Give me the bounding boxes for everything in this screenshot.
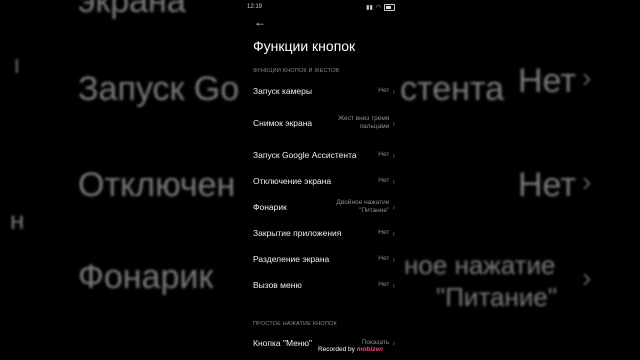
- bg-text: стента: [400, 70, 504, 108]
- list-item-flashlight[interactable]: Фонарик Двойное нажатие "Питание" ›: [253, 197, 395, 217]
- watermark-prefix: Recorded by: [318, 346, 355, 353]
- bg-text: ное нажатие: [404, 250, 556, 280]
- item-label: Фонарик: [253, 202, 287, 212]
- chevron-right-icon: ›: [392, 280, 395, 290]
- list-item-camera[interactable]: Запуск камеры Нет ›: [253, 85, 395, 97]
- chevron-right-icon: ›: [392, 150, 395, 160]
- chevron-right-icon: ›: [582, 166, 592, 197]
- bg-text: I: [14, 56, 20, 78]
- bg-text: н: [10, 205, 25, 235]
- watermark-brand: mobizen: [356, 346, 384, 353]
- signal-icon: ▮▮: [366, 4, 373, 11]
- list-item-screenshot[interactable]: Снимок экрана Жест вниз тремя пальцами ›: [253, 112, 395, 134]
- bg-text: Запуск Go: [78, 70, 240, 108]
- status-bar: 12:19 ▮▮ ◠: [247, 2, 395, 12]
- wifi-icon: ◠: [375, 4, 381, 11]
- item-label: Кнопка "Меню": [253, 338, 312, 348]
- section-header: ФУНКЦИИ КНОПОК И ЖЕСТОВ: [253, 68, 340, 74]
- status-icons: ▮▮ ◠: [366, 3, 395, 11]
- back-arrow-icon[interactable]: ←: [254, 15, 266, 29]
- item-label: Снимок экрана: [253, 118, 313, 128]
- item-value: Двойное нажатие "Питание": [336, 199, 390, 214]
- item-value: Нет: [378, 151, 390, 158]
- chevron-right-icon: ›: [392, 86, 395, 96]
- recorder-watermark: Recorded by mobizen: [316, 345, 386, 354]
- chevron-right-icon: ›: [582, 262, 592, 293]
- chevron-right-icon: ›: [392, 254, 395, 264]
- item-label: Вызов меню: [253, 280, 302, 290]
- status-time: 12:19: [247, 4, 263, 10]
- bg-text: "Питание": [436, 282, 558, 312]
- chevron-right-icon: ›: [392, 228, 395, 238]
- item-label: Закрытие приложения: [253, 228, 342, 238]
- chevron-right-icon: ›: [392, 202, 395, 212]
- item-value: Нет: [378, 177, 390, 184]
- item-value: Нет: [378, 87, 390, 94]
- item-label: Запуск Google Ассистента: [253, 150, 357, 160]
- phone-screen: 12:19 ▮▮ ◠ ← Функции кнопок ФУНКЦИИ КНОП…: [241, 0, 399, 360]
- item-label: Запуск камеры: [253, 86, 312, 96]
- list-item-close-app[interactable]: Закрытие приложения Нет ›: [253, 227, 395, 239]
- bg-text: Фонарик: [78, 258, 214, 296]
- section-header: ПРОСТОЕ НАЖАТИЕ КНОПОК: [253, 321, 337, 327]
- list-item-menu-call[interactable]: Вызов меню Нет ›: [253, 279, 395, 291]
- chevron-right-icon: ›: [392, 118, 395, 128]
- item-label: Отключение экрана: [253, 176, 332, 186]
- item-value: Нет: [378, 255, 390, 262]
- item-value: Жест вниз тремя пальцами: [338, 115, 390, 130]
- bg-text: Отключен: [78, 166, 236, 204]
- page-title: Функции кнопок: [253, 38, 356, 54]
- battery-icon: [384, 3, 395, 11]
- list-item-screen-off[interactable]: Отключение экрана Нет ›: [253, 175, 395, 187]
- item-label: Разделение экрана: [253, 254, 330, 264]
- list-item-split-screen[interactable]: Разделение экрана Нет ›: [253, 253, 395, 265]
- item-value: Нет: [378, 281, 390, 288]
- item-value: Нет: [378, 229, 390, 236]
- bg-text: экрана: [78, 0, 186, 20]
- list-item-google-assistant[interactable]: Запуск Google Ассистента Нет ›: [253, 149, 395, 161]
- chevron-right-icon: ›: [392, 338, 395, 348]
- bg-text: Нет: [518, 166, 576, 204]
- chevron-right-icon: ›: [582, 62, 592, 93]
- chevron-right-icon: ›: [392, 176, 395, 186]
- bg-text: Нет: [518, 62, 576, 100]
